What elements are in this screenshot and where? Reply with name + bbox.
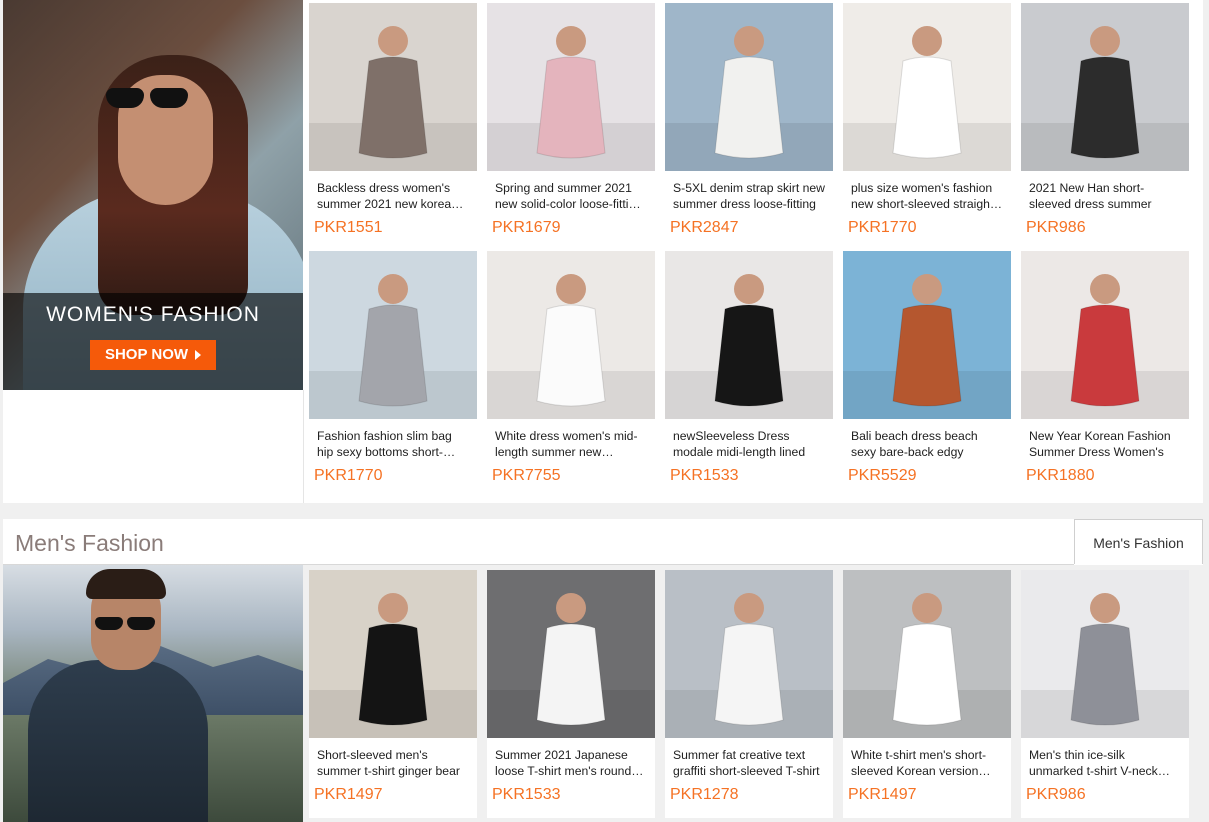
banner-model-jacket	[28, 660, 208, 822]
product-image[interactable]	[487, 570, 655, 738]
product-price: PKR1497	[848, 786, 917, 803]
product-title[interactable]: New Year Korean Fashion Summer Dress Wom…	[1029, 428, 1181, 460]
product-image[interactable]	[843, 570, 1011, 738]
shop-now-label: SHOP NOW	[104, 346, 189, 363]
product-card[interactable]: White dress women's mid-length summer ne…	[487, 251, 655, 499]
product-price: PKR1880	[1026, 467, 1095, 484]
product-price: PKR1497	[314, 786, 383, 803]
product-title[interactable]: Spring and summer 2021 new solid-color l…	[495, 180, 647, 212]
product-title[interactable]: Fashion fashion slim bag hip sexy bottom…	[317, 428, 469, 460]
product-title[interactable]: Men's thin ice-silk unmarked t-shirt V-n…	[1029, 747, 1181, 779]
womens-fashion-section: WOMEN'S FASHION SHOP NOW Backless dress …	[3, 0, 1203, 503]
product-card[interactable]: New Year Korean Fashion Summer Dress Wom…	[1021, 251, 1189, 499]
product-price: PKR1278	[670, 786, 739, 803]
product-image[interactable]	[1021, 570, 1189, 738]
shop-now-button[interactable]: SHOP NOW	[90, 340, 216, 370]
divider	[303, 390, 304, 503]
product-title[interactable]: Backless dress women's summer 2021 new k…	[317, 180, 469, 212]
product-title[interactable]: Summer fat creative text graffiti short-…	[673, 747, 825, 779]
banner-model-hair	[86, 569, 166, 599]
product-price: PKR1679	[492, 219, 561, 236]
product-image[interactable]	[309, 570, 477, 738]
product-image[interactable]	[1021, 3, 1189, 171]
product-image[interactable]	[843, 251, 1011, 419]
product-image[interactable]	[665, 251, 833, 419]
product-image[interactable]	[309, 3, 477, 171]
product-image[interactable]	[487, 3, 655, 171]
product-card[interactable]: plus size women's fashion new short-slee…	[843, 3, 1011, 251]
product-card[interactable]: Men's thin ice-silk unmarked t-shirt V-n…	[1021, 570, 1189, 818]
product-card[interactable]: newSleeveless Dress modale midi-length l…	[665, 251, 833, 499]
product-card[interactable]: Summer 2021 Japanese loose T-shirt men's…	[487, 570, 655, 818]
product-card[interactable]: S-5XL denim strap skirt new summer dress…	[665, 3, 833, 251]
product-price: PKR986	[1026, 786, 1086, 803]
product-title[interactable]: newSleeveless Dress modale midi-length l…	[673, 428, 825, 460]
product-title[interactable]: plus size women's fashion new short-slee…	[851, 180, 1003, 212]
caret-right-icon	[195, 350, 202, 361]
product-title[interactable]: Summer 2021 Japanese loose T-shirt men's…	[495, 747, 647, 779]
mens-fashion-banner[interactable]	[3, 565, 303, 822]
product-price: PKR1770	[848, 219, 917, 236]
product-card[interactable]: White t-shirt men's short-sleeved Korean…	[843, 570, 1011, 818]
product-image[interactable]	[309, 251, 477, 419]
product-title[interactable]: Bali beach dress beach sexy bare-back ed…	[851, 428, 1003, 460]
section-title: Men's Fashion	[15, 530, 164, 556]
product-card[interactable]: Fashion fashion slim bag hip sexy bottom…	[309, 251, 477, 499]
product-card[interactable]: Spring and summer 2021 new solid-color l…	[487, 3, 655, 251]
product-title[interactable]: Short-sleeved men's summer t-shirt ginge…	[317, 747, 469, 779]
product-price: PKR1551	[314, 219, 383, 236]
sunglasses-graphic	[95, 617, 159, 631]
product-title[interactable]: White t-shirt men's short-sleeved Korean…	[851, 747, 1003, 779]
product-title[interactable]: S-5XL denim strap skirt new summer dress…	[673, 180, 825, 212]
product-image[interactable]	[1021, 251, 1189, 419]
product-price: PKR2847	[670, 219, 739, 236]
product-card[interactable]: Backless dress women's summer 2021 new k…	[309, 3, 477, 251]
womens-fashion-banner[interactable]: WOMEN'S FASHION SHOP NOW	[3, 0, 303, 390]
product-price: PKR5529	[848, 467, 917, 484]
product-image[interactable]	[487, 251, 655, 419]
product-price: PKR986	[1026, 219, 1086, 236]
product-price: PKR7755	[492, 467, 561, 484]
banner-title: WOMEN'S FASHION	[46, 303, 260, 326]
sunglasses-graphic	[106, 88, 194, 110]
product-card[interactable]: 2021 New Han short-sleeved dress summer P…	[1021, 3, 1189, 251]
product-title[interactable]: White dress women's mid-length summer ne…	[495, 428, 647, 460]
mens-section-header: Men's Fashion Men's Fashion	[3, 519, 1203, 565]
product-card[interactable]: Short-sleeved men's summer t-shirt ginge…	[309, 570, 477, 818]
product-image[interactable]	[843, 3, 1011, 171]
product-price: PKR1533	[492, 786, 561, 803]
product-price: PKR1533	[670, 467, 739, 484]
product-card[interactable]: Bali beach dress beach sexy bare-back ed…	[843, 251, 1011, 499]
product-image[interactable]	[665, 570, 833, 738]
product-card[interactable]: Summer fat creative text graffiti short-…	[665, 570, 833, 818]
tab-mens-fashion[interactable]: Men's Fashion	[1074, 519, 1203, 564]
mens-fashion-section: Men's Fashion Men's Fashion Short-sleeve…	[3, 519, 1203, 822]
product-price: PKR1770	[314, 467, 383, 484]
product-title[interactable]: 2021 New Han short-sleeved dress summer	[1029, 180, 1181, 212]
product-image[interactable]	[665, 3, 833, 171]
